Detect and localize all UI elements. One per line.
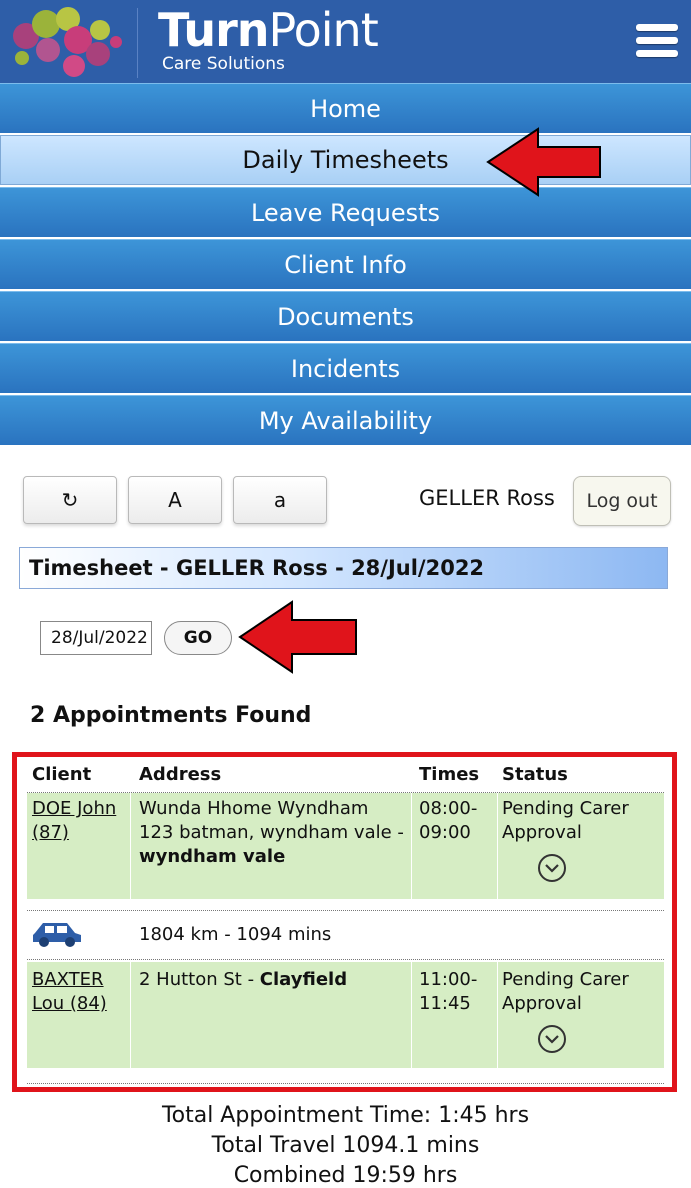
- column-header-times: Times: [419, 764, 480, 785]
- table-row: DOE John (87) Wunda Hhome Wyndham 123 ba…: [27, 793, 664, 899]
- times-cell: 08:00- 09:00: [419, 798, 478, 843]
- status-cell: Pending Carer Approval: [502, 969, 629, 1014]
- chevron-down-circle-icon[interactable]: [537, 1024, 567, 1054]
- travel-row: 1804 km - 1094 mins: [27, 910, 664, 960]
- total-travel: Total Travel 1094.1 mins: [211, 1133, 480, 1158]
- hamburger-menu-icon[interactable]: [636, 24, 678, 64]
- status-cell: Pending Carer Approval: [502, 798, 629, 843]
- nav-item-my-availability[interactable]: My Availability: [0, 395, 691, 445]
- logout-button[interactable]: Log out: [573, 476, 671, 526]
- client-link[interactable]: BAXTER Lou (84): [32, 968, 107, 1016]
- client-link[interactable]: DOE John (87): [32, 797, 116, 845]
- dots-logo-icon: [13, 7, 122, 77]
- total-appointment-time: Total Appointment Time: 1:45 hrs: [161, 1103, 530, 1128]
- nav-item-home[interactable]: Home: [0, 83, 691, 133]
- refresh-button[interactable]: ↻: [23, 476, 117, 524]
- column-header-status: Status: [502, 764, 568, 785]
- go-button[interactable]: GO: [164, 621, 232, 655]
- brand-name: TurnPoint: [158, 3, 379, 57]
- address-cell: 2 Hutton St - Clayfield: [139, 969, 348, 990]
- column-header-client: Client: [32, 764, 92, 785]
- times-cell: 11:00- 11:45: [419, 969, 478, 1014]
- table-row: BAXTER Lou (84) 2 Hutton St - Clayfield …: [27, 962, 664, 1068]
- chevron-down-circle-icon[interactable]: [537, 853, 567, 883]
- combined-total: Combined 19:59 hrs: [233, 1163, 458, 1188]
- brand-subtitle: Care Solutions: [162, 54, 285, 74]
- annotation-arrow-go: [238, 600, 357, 674]
- font-smaller-button[interactable]: a: [233, 476, 327, 524]
- user-name: GELLER Ross: [419, 486, 555, 510]
- car-icon: [33, 923, 81, 947]
- address-cell: Wunda Hhome Wyndham 123 batman, wyndham …: [139, 798, 404, 867]
- app-header: TurnPoint Care Solutions: [0, 0, 691, 83]
- travel-text: 1804 km - 1094 mins: [139, 924, 332, 945]
- annotation-arrow-nav: [486, 127, 601, 197]
- font-larger-button[interactable]: A: [128, 476, 222, 524]
- appointments-found-text: 2 Appointments Found: [30, 703, 312, 728]
- nav-item-client-info[interactable]: Client Info: [0, 239, 691, 289]
- nav-item-documents[interactable]: Documents: [0, 291, 691, 341]
- table-bottom-divider: [27, 1083, 664, 1084]
- nav-item-incidents[interactable]: Incidents: [0, 343, 691, 393]
- logo-divider: [137, 8, 138, 78]
- date-input[interactable]: 28/Jul/2022: [40, 621, 152, 655]
- column-header-address: Address: [139, 764, 222, 785]
- timesheet-title: Timesheet - GELLER Ross - 28/Jul/2022: [19, 547, 668, 589]
